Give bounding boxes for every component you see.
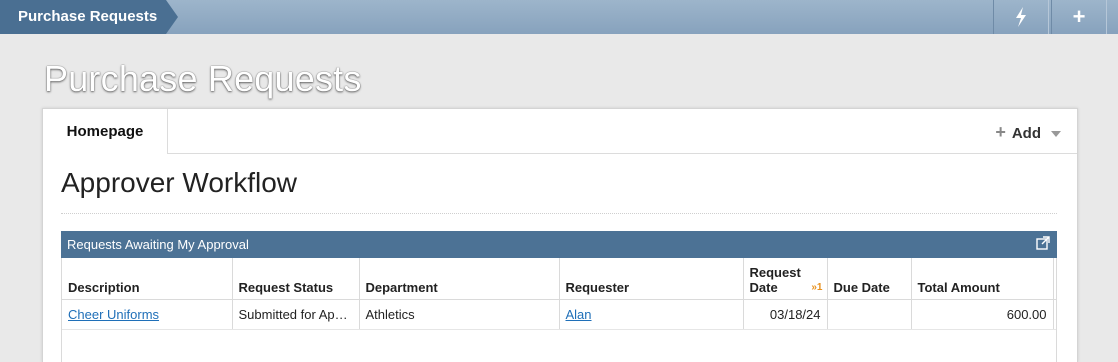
tab-homepage[interactable]: Homepage [43,109,168,154]
quick-actions-button[interactable] [993,0,1049,34]
add-tab-button[interactable]: + Add [995,122,1061,143]
table-header-row: Description Request Status Department Re… [62,258,1056,300]
requester-link[interactable]: Alan [566,307,592,322]
column-header-department[interactable]: Department [359,258,560,300]
lightning-icon [1016,7,1026,27]
requests-table: Description Request Status Department Re… [62,258,1056,330]
column-header-status[interactable]: Request Status [232,258,360,300]
cell-total-amount: 600.00 [911,299,1054,330]
breadcrumb[interactable]: Purchase Requests [0,0,178,34]
page-title: Purchase Requests [44,58,362,99]
section-title: Approver Workflow [61,167,298,198]
tab-bar: Homepage + Add [43,109,1077,154]
cell-department: Athletics [359,299,560,330]
chevron-down-icon [1051,131,1061,138]
column-header-request-date[interactable]: Request Date »1 [743,258,828,300]
widget-header: Requests Awaiting My Approval [61,231,1057,258]
grid-body: Description Request Status Department Re… [61,258,1057,362]
table-row[interactable]: Cheer Uniforms Submitted for Ap… Athleti… [62,299,1056,330]
cell-requester[interactable]: Alan [559,299,744,330]
plus-icon: + [1072,4,1086,29]
column-header-due-date[interactable]: Due Date [827,258,912,300]
column-header-filler [1053,258,1056,300]
widget-title: Requests Awaiting My Approval [67,237,249,252]
request-date-label-line2: Date »1 [749,279,823,295]
add-new-button[interactable]: + [1051,0,1107,34]
external-link-icon[interactable] [1036,236,1050,250]
breadcrumb-arrow [166,0,178,34]
cell-description[interactable]: Cheer Uniforms [62,299,233,330]
plus-icon: + [995,122,1006,142]
cell-status: Submitted for Ap… [232,299,360,330]
cell-filler [1053,299,1056,330]
section-divider [61,213,1057,214]
approval-grid-widget: Requests Awaiting My Approval Descriptio… [61,231,1057,362]
request-date-label-line1: Request [749,264,801,280]
top-bar: Purchase Requests + [0,0,1118,34]
breadcrumb-label[interactable]: Purchase Requests [18,8,157,25]
dashboard-panel: Homepage + Add Approver Workflow Requests… [42,108,1078,362]
cell-request-date: 03/18/24 [743,299,828,330]
cell-due-date [827,299,912,330]
column-header-total-amount[interactable]: Total Amount [911,258,1054,300]
add-label: Add [1011,125,1041,142]
sort-descending-icon: »1 [811,281,823,293]
column-header-description[interactable]: Description [62,258,233,300]
description-link[interactable]: Cheer Uniforms [68,307,159,322]
column-header-requester[interactable]: Requester [559,258,744,300]
